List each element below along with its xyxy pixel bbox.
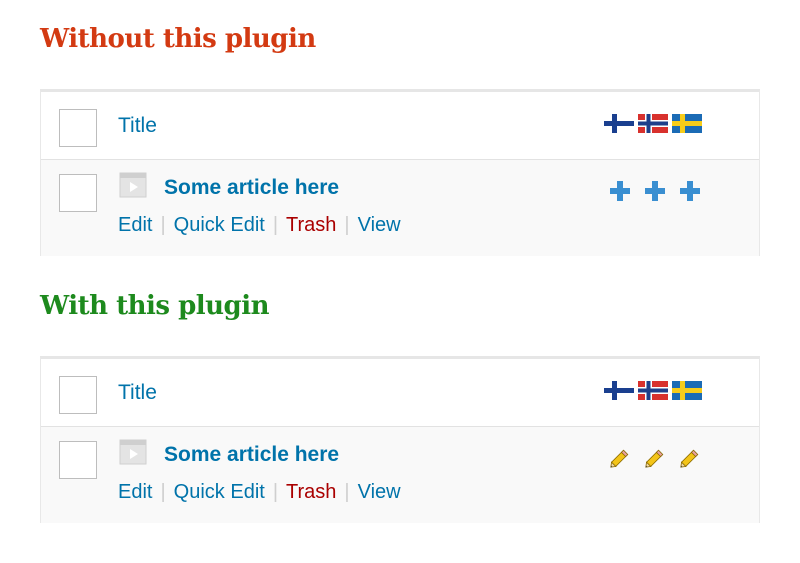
plus-icon[interactable]	[607, 178, 633, 204]
table-row: Some article here Edit | Quick Edit | Tr…	[41, 160, 759, 256]
edit-link[interactable]: Edit	[118, 481, 152, 504]
posts-table-without-plugin: Title Some article here Edit | Quick Edi…	[40, 89, 760, 256]
table-header: Title	[41, 359, 759, 427]
row-actions: Edit | Quick Edit | Trash | View	[118, 214, 401, 237]
separator: |	[272, 214, 279, 236]
norway-flag-icon	[638, 381, 668, 400]
post-title-link[interactable]: Some article here	[164, 443, 339, 467]
quick-edit-link[interactable]: Quick Edit	[174, 481, 265, 504]
language-flags	[604, 114, 702, 133]
norway-flag-icon	[638, 114, 668, 133]
video-post-format-icon	[119, 172, 147, 198]
view-link[interactable]: View	[358, 214, 401, 237]
separator: |	[344, 481, 350, 503]
separator: |	[160, 214, 166, 236]
quick-edit-link[interactable]: Quick Edit	[174, 214, 265, 237]
finland-flag-icon	[604, 381, 634, 400]
plus-icon[interactable]	[642, 178, 668, 204]
language-flags	[604, 381, 702, 400]
title-column-header[interactable]: Title	[118, 381, 157, 405]
edit-link[interactable]: Edit	[118, 214, 152, 237]
table-header: Title	[41, 92, 759, 160]
separator: |	[344, 214, 350, 236]
pencil-icon[interactable]	[607, 445, 633, 471]
plus-icon[interactable]	[677, 178, 703, 204]
video-post-format-icon	[119, 439, 147, 465]
pencil-icon[interactable]	[677, 445, 703, 471]
select-all-checkbox[interactable]	[59, 376, 97, 414]
separator: |	[160, 481, 166, 503]
post-title-link[interactable]: Some article here	[164, 176, 339, 200]
select-all-checkbox[interactable]	[59, 109, 97, 147]
sweden-flag-icon	[672, 381, 702, 400]
posts-table-with-plugin: Title Some article here Edit | Quick Edi…	[40, 356, 760, 523]
row-checkbox[interactable]	[59, 174, 97, 212]
pencil-icon[interactable]	[642, 445, 668, 471]
row-actions: Edit | Quick Edit | Trash | View	[118, 481, 401, 504]
table-row: Some article here Edit | Quick Edit | Tr…	[41, 427, 759, 523]
row-checkbox[interactable]	[59, 441, 97, 479]
sweden-flag-icon	[672, 114, 702, 133]
trash-link[interactable]: Trash	[286, 481, 336, 504]
section-heading-with-plugin: With this plugin	[40, 291, 269, 321]
separator: |	[272, 481, 279, 503]
view-link[interactable]: View	[358, 481, 401, 504]
title-column-header[interactable]: Title	[118, 114, 157, 138]
section-heading-without-plugin: Without this plugin	[40, 24, 316, 54]
trash-link[interactable]: Trash	[286, 214, 336, 237]
finland-flag-icon	[604, 114, 634, 133]
translation-status	[607, 178, 703, 204]
translation-status	[607, 445, 703, 471]
